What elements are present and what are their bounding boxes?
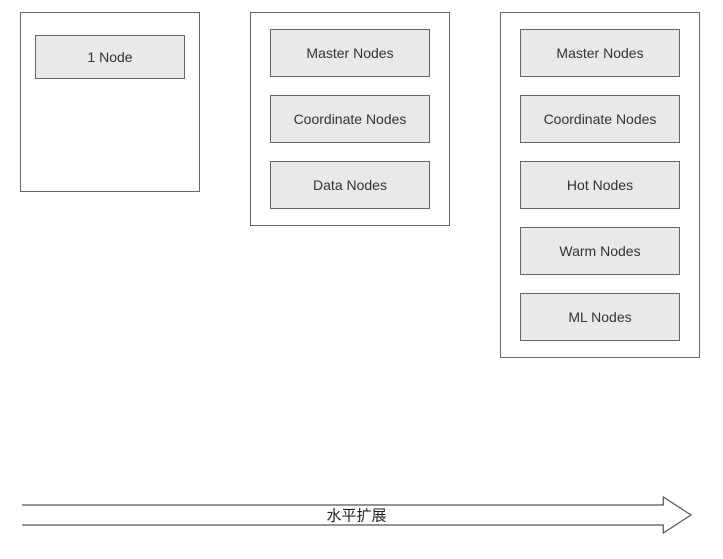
node-box: 1 Node	[35, 35, 185, 79]
cluster-small: 1 Node	[20, 12, 200, 192]
node-box: Hot Nodes	[520, 161, 680, 209]
arrow-label: 水平扩展	[320, 505, 392, 526]
node-box: Data Nodes	[270, 161, 430, 209]
node-box: Warm Nodes	[520, 227, 680, 275]
diagram-area: 1 Node Master Nodes Coordinate Nodes Dat…	[0, 0, 723, 358]
cluster-medium: Master Nodes Coordinate Nodes Data Nodes	[250, 12, 450, 226]
node-box: Coordinate Nodes	[270, 95, 430, 143]
scale-arrow: 水平扩展	[20, 495, 693, 535]
node-box: Master Nodes	[520, 29, 680, 77]
node-box: Master Nodes	[270, 29, 430, 77]
node-box: Coordinate Nodes	[520, 95, 680, 143]
cluster-large: Master Nodes Coordinate Nodes Hot Nodes …	[500, 12, 700, 358]
node-box: ML Nodes	[520, 293, 680, 341]
